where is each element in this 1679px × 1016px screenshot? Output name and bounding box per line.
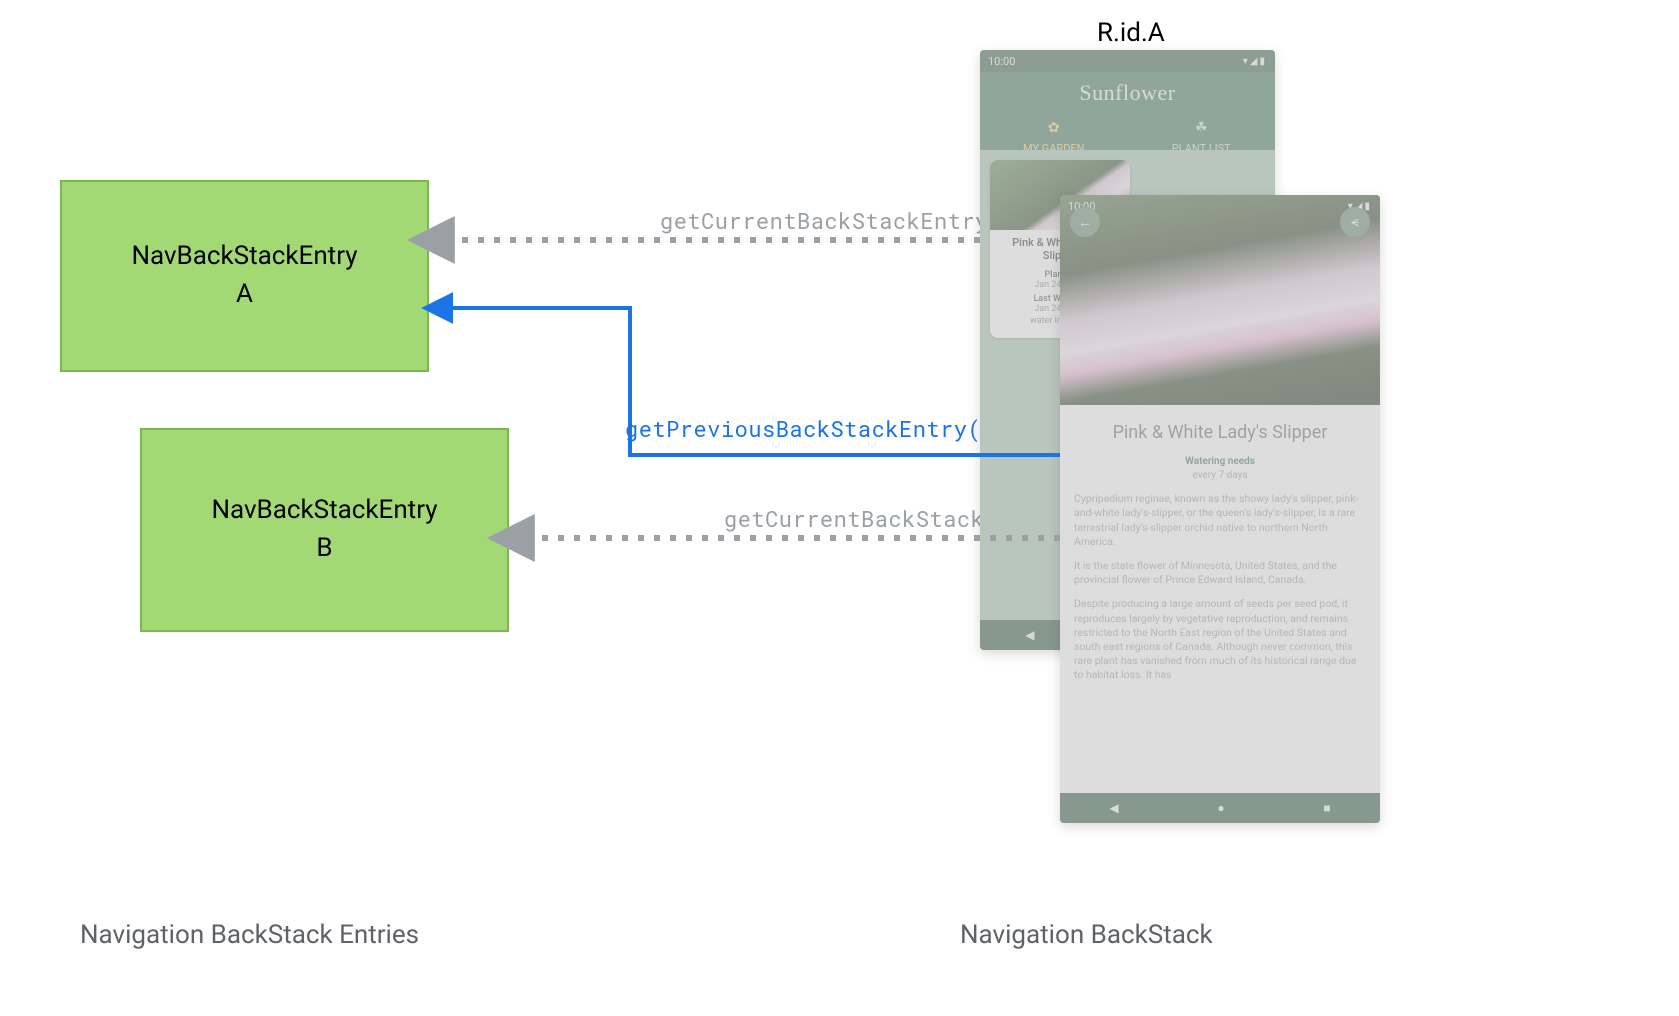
phone-screen-b: 10:00 ▾◢▮ ← ⪪ Pink & White Lady's Slippe… (1060, 195, 1380, 823)
watering-needs-label: Watering needs (1074, 455, 1366, 469)
flower-icon: ✿ (1048, 120, 1060, 136)
entry-b-id: B (316, 532, 332, 566)
leaf-icon: ☘ (1195, 120, 1208, 136)
plant-description-p2: It is the state flower of Minnesota, Uni… (1074, 559, 1366, 587)
plant-hero-image: 10:00 ▾◢▮ ← ⪪ (1060, 195, 1380, 405)
arrow-left-icon: ← (1078, 214, 1092, 231)
section-label-left: Navigation BackStack Entries (80, 920, 419, 950)
nav-back-icon[interactable]: ◀ (1025, 628, 1034, 642)
status-icons-a: ▾◢▮ (1243, 56, 1267, 67)
plant-detail-title: Pink & White Lady's Slipper (1074, 421, 1366, 445)
entry-a-title: NavBackStackEntry (131, 240, 357, 274)
entry-b-title: NavBackStackEntry (211, 494, 437, 528)
status-time-a: 10:00 (988, 55, 1015, 68)
entry-a-id: A (236, 278, 253, 312)
method-getprevious: getPreviousBackStackEntry() (625, 414, 995, 443)
nav-recent-icon-b[interactable]: ■ (1323, 801, 1330, 815)
share-button[interactable]: ⪪ (1340, 207, 1370, 237)
screen-id-a: R.id.A (1097, 18, 1165, 48)
section-label-right: Navigation BackStack (960, 920, 1213, 950)
nav-bar-b: ◀ ● ■ (1060, 793, 1380, 823)
method-getcurrent-a: getCurrentBackStackEntry() (660, 206, 1016, 235)
status-bar-b: 10:00 ▾◢▮ (1060, 195, 1380, 217)
plant-description-p1: Cypripedium reginae, known as the showy … (1074, 492, 1366, 549)
plant-detail-body: Pink & White Lady's Slipper Watering nee… (1060, 405, 1380, 793)
nav-back-icon-b[interactable]: ◀ (1109, 801, 1118, 815)
share-icon: ⪪ (1351, 214, 1359, 230)
back-button[interactable]: ← (1070, 207, 1100, 237)
status-bar-a: 10:00 ▾◢▮ (980, 50, 1275, 72)
plant-description-p3: Despite producing a large amount of seed… (1074, 597, 1366, 682)
app-title: Sunflower (980, 72, 1275, 110)
nav-home-icon-b[interactable]: ● (1217, 801, 1224, 815)
nav-backstack-entry-a-box: NavBackStackEntry A (60, 180, 429, 372)
watering-needs-value: every 7 days (1074, 469, 1366, 483)
nav-backstack-entry-b-box: NavBackStackEntry B (140, 428, 509, 632)
